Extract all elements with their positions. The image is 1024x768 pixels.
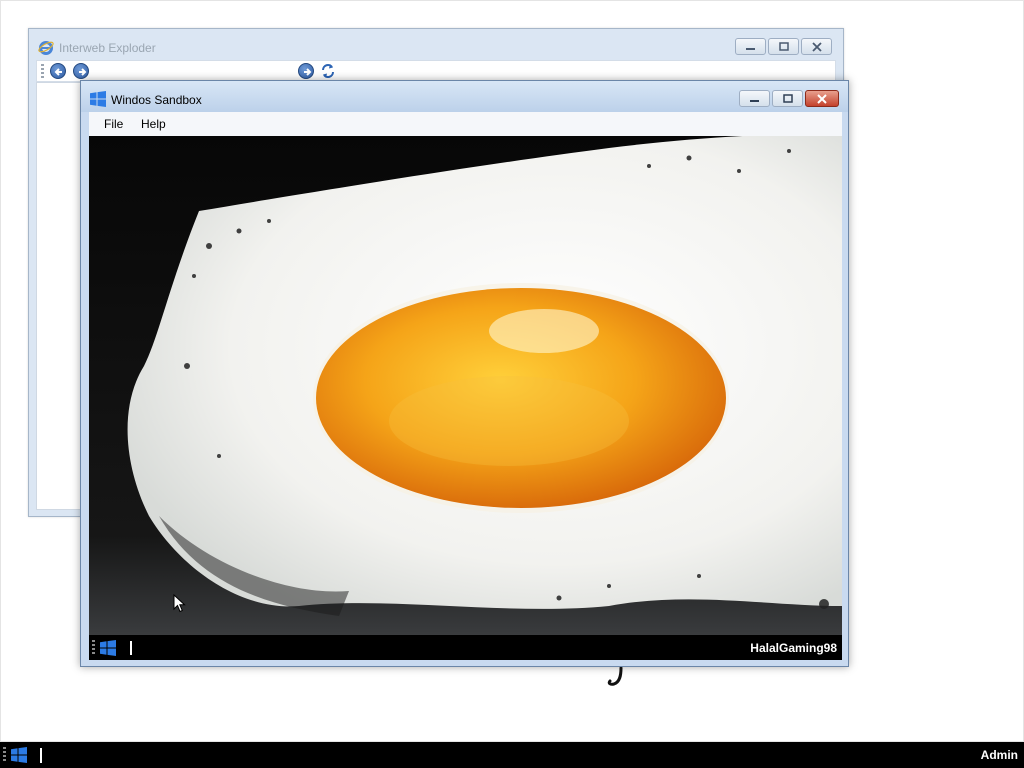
browser-logo-icon xyxy=(38,41,54,55)
taskbar-grip xyxy=(3,747,6,762)
refresh-icon[interactable] xyxy=(320,63,336,79)
ink-squiggle xyxy=(607,667,623,686)
sandbox-close-button[interactable] xyxy=(805,90,839,107)
arrow-right-icon xyxy=(79,68,87,76)
browser-toolbar xyxy=(36,60,836,82)
go-button[interactable] xyxy=(298,63,314,79)
browser-title: Interweb Exploder xyxy=(59,41,156,55)
sandbox-taskbar: HalalGaming98 xyxy=(89,635,842,660)
restore-icon xyxy=(783,94,793,103)
sandbox-window[interactable]: Windos Sandbox File Help HalalGaming98 xyxy=(80,80,849,667)
back-button[interactable] xyxy=(50,63,66,79)
sandbox-minimize-button[interactable] xyxy=(739,90,770,107)
sandbox-titlebar[interactable]: Windos Sandbox xyxy=(81,81,848,112)
arrow-left-icon xyxy=(54,68,62,76)
browser-minimize-button[interactable] xyxy=(735,38,766,55)
browser-close-button[interactable] xyxy=(801,38,832,55)
close-icon xyxy=(812,42,822,52)
mouse-pointer-icon xyxy=(173,594,186,613)
start-button-icon[interactable] xyxy=(100,640,116,656)
menu-help[interactable]: Help xyxy=(141,117,166,131)
browser-maximize-button[interactable] xyxy=(768,38,799,55)
forward-button[interactable] xyxy=(73,63,89,79)
minimize-icon xyxy=(746,48,755,50)
start-button-icon[interactable] xyxy=(11,747,27,763)
taskbar-search-caret[interactable] xyxy=(130,641,132,655)
taskbar-grip xyxy=(92,640,95,655)
arrow-right-icon xyxy=(304,68,312,76)
menu-file[interactable]: File xyxy=(104,117,123,131)
browser-titlebar[interactable]: Interweb Exploder xyxy=(29,29,843,61)
sandbox-screen[interactable]: HalalGaming98 xyxy=(89,136,842,660)
taskbar-search-caret[interactable] xyxy=(40,748,42,763)
sandbox-menubar: File Help xyxy=(89,112,842,136)
host-taskbar: Admin xyxy=(0,742,1024,768)
sandbox-maximize-button[interactable] xyxy=(772,90,803,107)
close-icon xyxy=(817,94,827,104)
sandbox-username: HalalGaming98 xyxy=(750,641,837,655)
restore-icon xyxy=(779,42,789,51)
sandbox-title: Windos Sandbox xyxy=(111,93,202,107)
minimize-icon xyxy=(750,100,759,102)
toolbar-grip[interactable] xyxy=(41,64,44,78)
fried-egg-image xyxy=(89,136,842,636)
host-username: Admin xyxy=(980,748,1018,762)
windows-logo-icon xyxy=(90,91,106,107)
